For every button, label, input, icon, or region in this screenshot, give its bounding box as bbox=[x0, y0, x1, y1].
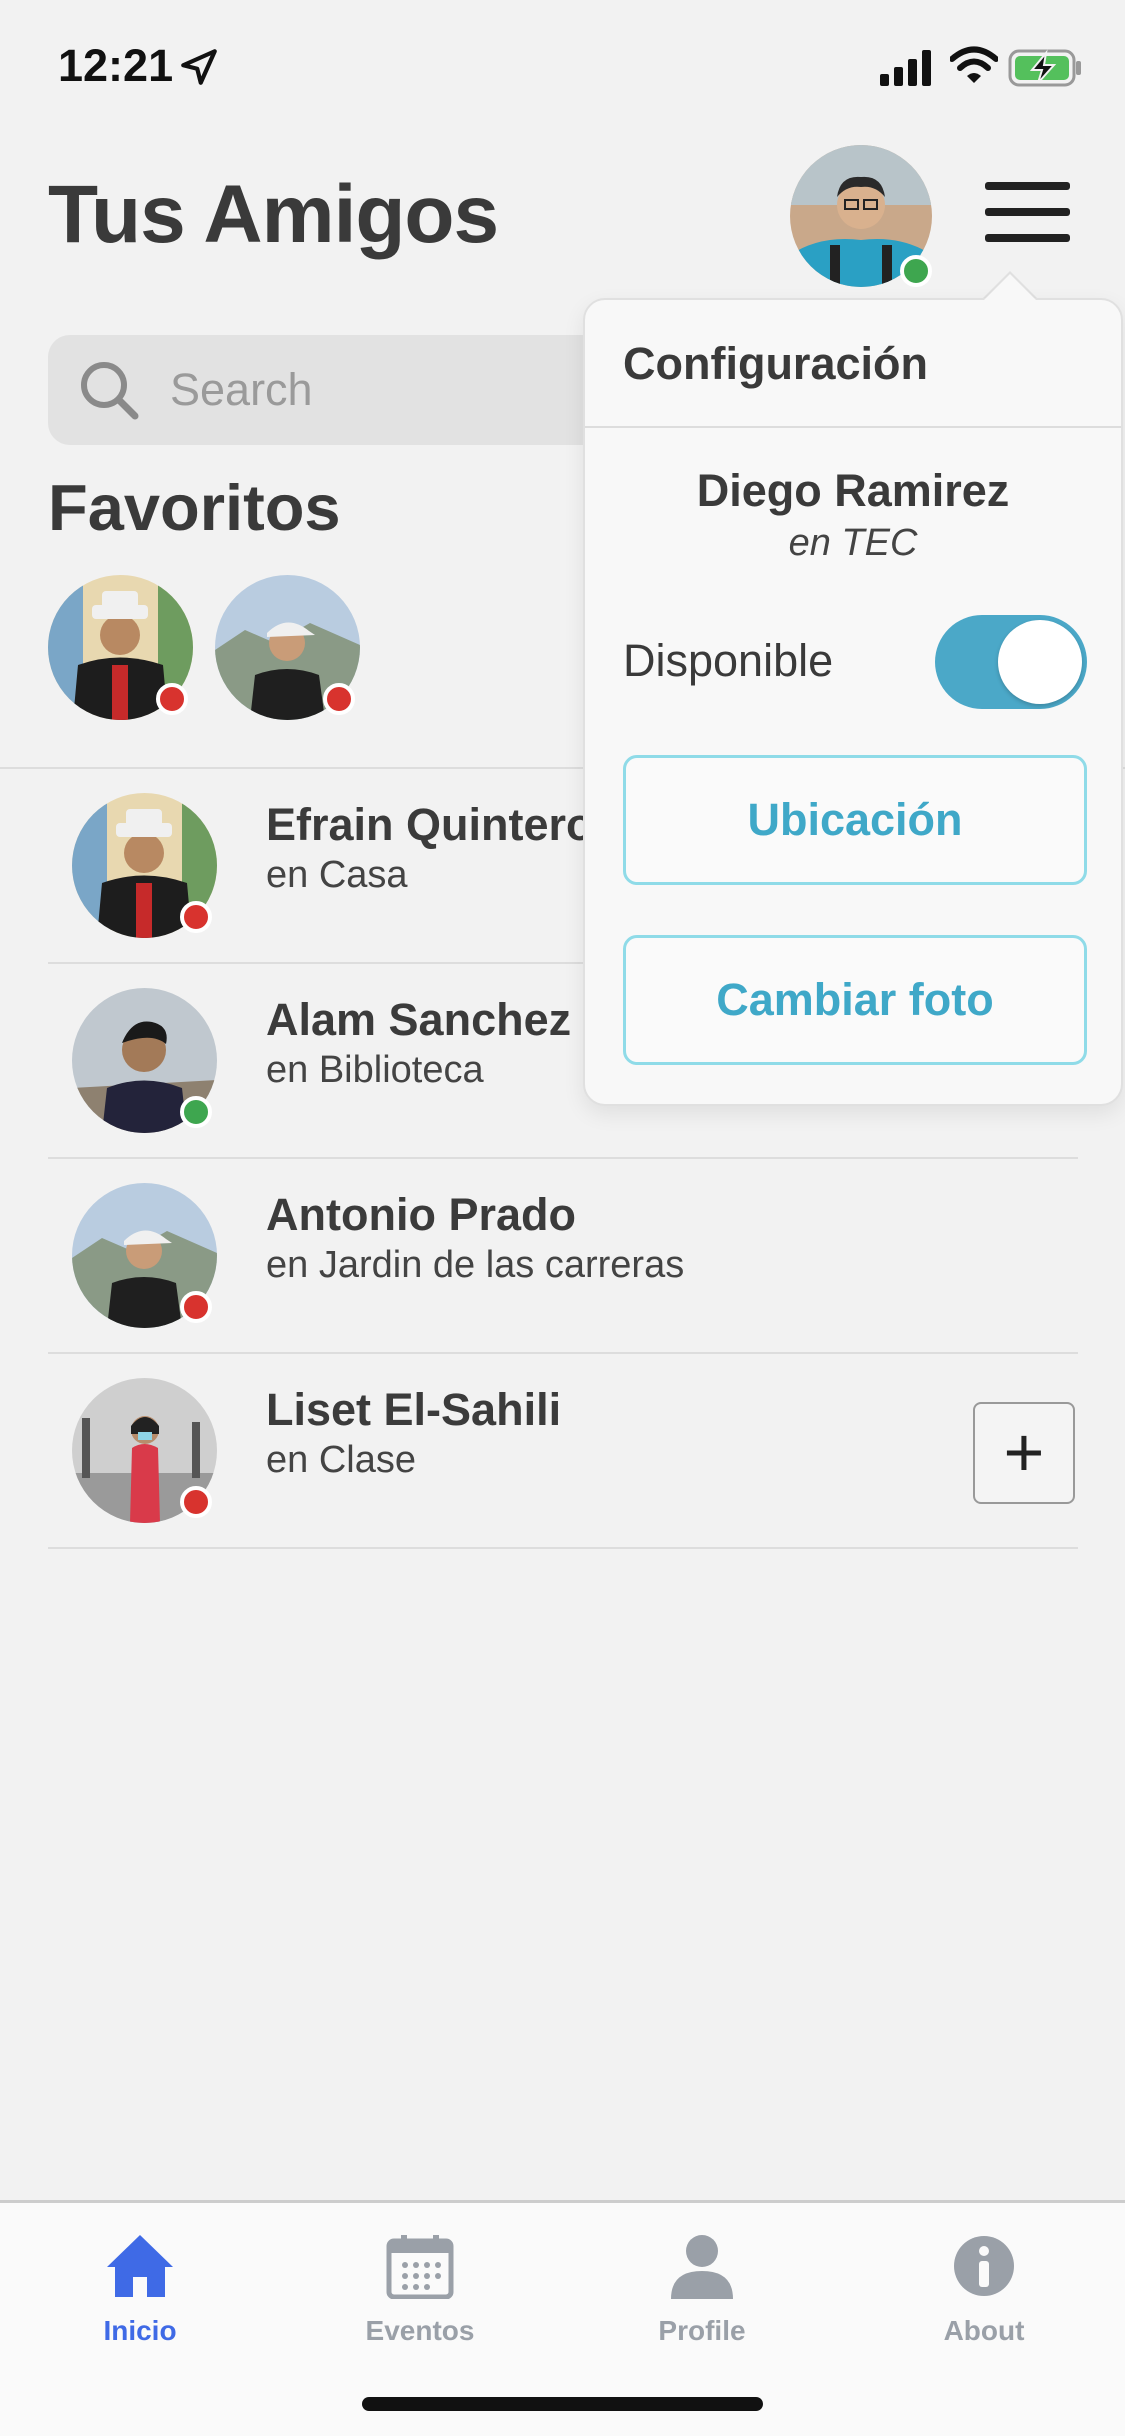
tab-label: Inicio bbox=[103, 2315, 177, 2346]
menu-line bbox=[985, 182, 1070, 190]
busy-status-dot bbox=[180, 1291, 212, 1323]
tab-label: About bbox=[943, 2315, 1025, 2346]
tab-eventos[interactable]: Eventos bbox=[320, 2223, 520, 2353]
tab-about[interactable]: About bbox=[884, 2223, 1084, 2353]
menu-line bbox=[985, 208, 1070, 216]
online-status-dot bbox=[900, 255, 932, 287]
status-bar: 12:21 bbox=[0, 0, 1125, 140]
cellular-signal-icon bbox=[880, 50, 931, 86]
friend-location: en Biblioteca bbox=[266, 1049, 484, 1091]
calendar-icon bbox=[386, 2235, 454, 2299]
available-toggle[interactable] bbox=[935, 615, 1087, 709]
friend-name: Liset El-Sahili bbox=[266, 1384, 562, 1435]
tab-label: Profile bbox=[658, 2315, 746, 2346]
tab-profile[interactable]: Profile bbox=[602, 2223, 802, 2353]
friend-name: Efrain Quintero bbox=[266, 799, 594, 850]
tab-label: Eventos bbox=[365, 2315, 475, 2346]
friend-row[interactable]: Antonio Prado en Jardin de las carreras bbox=[48, 1159, 1078, 1354]
favorites-title: Favoritos bbox=[48, 471, 341, 544]
home-icon bbox=[107, 2235, 173, 2297]
busy-status-dot bbox=[156, 683, 188, 715]
online-status-dot bbox=[180, 1096, 212, 1128]
friend-name: Antonio Prado bbox=[266, 1189, 576, 1240]
location-arrow-icon bbox=[181, 49, 217, 85]
change-photo-button[interactable]: Cambiar foto bbox=[623, 935, 1087, 1065]
friend-row[interactable]: Liset El-Sahili en Clase + bbox=[48, 1354, 1078, 1549]
search-icon bbox=[81, 362, 139, 420]
friend-location: en Casa bbox=[266, 854, 408, 896]
favorite-avatar[interactable] bbox=[48, 575, 193, 720]
config-popover: Configuración Diego Ramirez en TEC Dispo… bbox=[583, 298, 1123, 1106]
friend-location: en Jardin de las carreras bbox=[266, 1244, 685, 1286]
page-title: Tus Amigos bbox=[48, 169, 499, 260]
toggle-knob bbox=[998, 620, 1082, 704]
friend-avatar bbox=[72, 1183, 217, 1328]
available-label: Disponible bbox=[623, 635, 834, 686]
popover-arrow-fill bbox=[982, 274, 1038, 302]
friend-avatar bbox=[72, 988, 217, 1133]
user-location: en TEC bbox=[788, 522, 918, 564]
user-name: Diego Ramirez bbox=[696, 465, 1010, 516]
popover-divider bbox=[585, 426, 1121, 428]
menu-line bbox=[985, 234, 1070, 242]
battery-charging-icon bbox=[1008, 49, 1081, 87]
friend-name: Alam Sanchez bbox=[266, 994, 572, 1045]
search-input[interactable] bbox=[170, 335, 650, 445]
home-indicator[interactable] bbox=[362, 2397, 763, 2411]
menu-button[interactable] bbox=[985, 182, 1070, 252]
friend-avatar bbox=[72, 793, 217, 938]
user-avatar[interactable] bbox=[790, 145, 932, 287]
add-favorite-button[interactable]: + bbox=[973, 1402, 1075, 1504]
location-button[interactable]: Ubicación bbox=[623, 755, 1087, 885]
info-icon bbox=[954, 2236, 1014, 2296]
popover-title: Configuración bbox=[623, 338, 928, 389]
favorite-avatar[interactable] bbox=[215, 575, 360, 720]
friend-avatar bbox=[72, 1378, 217, 1523]
friend-location: en Clase bbox=[266, 1439, 416, 1481]
tab-inicio[interactable]: Inicio bbox=[40, 2223, 240, 2353]
busy-status-dot bbox=[323, 683, 355, 715]
person-icon bbox=[671, 2235, 733, 2299]
wifi-icon bbox=[950, 46, 998, 83]
status-time: 12:21 bbox=[58, 40, 174, 91]
busy-status-dot bbox=[180, 1486, 212, 1518]
busy-status-dot bbox=[180, 901, 212, 933]
